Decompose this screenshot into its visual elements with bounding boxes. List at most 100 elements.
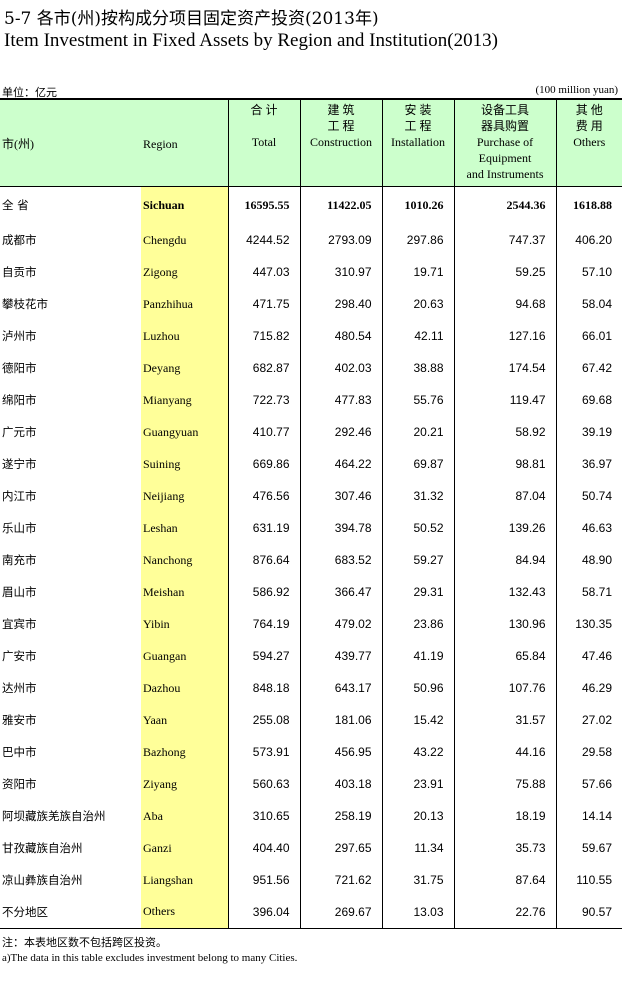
- cell-total: 410.77: [227, 416, 300, 448]
- cell-equipment: 2544.36: [453, 185, 556, 224]
- cell-others: 58.04: [555, 288, 622, 320]
- cell-region-en: Suining: [141, 448, 228, 480]
- cell-region-cn: 自贡市: [0, 256, 141, 288]
- header-others-cn-1: 其 他: [575, 103, 603, 117]
- cell-region-en: Zigong: [141, 256, 228, 288]
- cell-region-cn: 雅安市: [0, 704, 141, 736]
- table-row: 攀枝花市 Panzhihua 471.75 298.40 20.63 94.68 58.04: [0, 288, 622, 320]
- cell-region-cn: 德阳市: [0, 352, 141, 384]
- cell-region-cn: 宜宾市: [0, 608, 141, 640]
- cell-region-cn: 遂宁市: [0, 448, 141, 480]
- cell-region-cn: 巴中市: [0, 736, 141, 768]
- cell-total: 594.27: [227, 640, 300, 672]
- cell-installation: 20.63: [381, 288, 454, 320]
- header-construction-en: Construction: [310, 135, 372, 149]
- cell-others: 110.55: [555, 864, 622, 896]
- cell-region-en: Bazhong: [141, 736, 228, 768]
- cell-installation: 13.03: [381, 896, 454, 929]
- cell-equipment: 174.54: [453, 352, 556, 384]
- cell-others: 27.02: [555, 704, 622, 736]
- cell-region-en: Ziyang: [141, 768, 228, 800]
- header-others-cn-2: 费 用: [575, 119, 603, 133]
- header-installation-cn-2: 工 程: [404, 119, 432, 133]
- table-row: 凉山彝族自治州 Liangshan 951.56 721.62 31.75 87.64 11…: [0, 864, 622, 896]
- cell-construction: 11422.05: [299, 185, 382, 224]
- cell-region-en: Chengdu: [141, 224, 228, 256]
- cell-construction: 269.67: [299, 896, 382, 929]
- cell-others: 58.71: [555, 576, 622, 608]
- cell-installation: 43.22: [381, 736, 454, 768]
- cell-others: 57.66: [555, 768, 622, 800]
- cell-installation: 31.32: [381, 480, 454, 512]
- table-row: 广元市 Guangyuan 410.77 292.46 20.21 58.92 39.19: [0, 416, 622, 448]
- cell-region-en: Dazhou: [141, 672, 228, 704]
- cell-construction: 477.83: [299, 384, 382, 416]
- cell-region-cn: 甘孜藏族自治州: [0, 832, 141, 864]
- cell-region-cn: 资阳市: [0, 768, 141, 800]
- cell-region-cn: 泸州市: [0, 320, 141, 352]
- cell-region-en: Ganzi: [141, 832, 228, 864]
- table-row: 遂宁市 Suining 669.86 464.22 69.87 98.81 36.97: [0, 448, 622, 480]
- table-row: 南充市 Nanchong 876.64 683.52 59.27 84.94 48.90: [0, 544, 622, 576]
- cell-region-en: Others: [141, 896, 228, 929]
- cell-others: 47.46: [555, 640, 622, 672]
- cell-installation: 69.87: [381, 448, 454, 480]
- cell-construction: 643.17: [299, 672, 382, 704]
- cell-equipment: 58.92: [453, 416, 556, 448]
- header-construction-cn-2: 工 程: [327, 119, 355, 133]
- cell-total: 848.18: [227, 672, 300, 704]
- header-installation: 安 装 工 程 Installation: [381, 99, 454, 186]
- footnote-cn: 注：本表地区数不包括跨区投资。: [2, 936, 167, 949]
- cell-construction: 2793.09: [299, 224, 382, 256]
- cell-installation: 19.71: [381, 256, 454, 288]
- header-equipment-en-1: Purchase of: [476, 135, 534, 149]
- cell-region-en: Neijiang: [141, 480, 228, 512]
- cell-total: 631.19: [227, 512, 300, 544]
- cell-total: 4244.52: [227, 224, 300, 256]
- cell-construction: 402.03: [299, 352, 382, 384]
- cell-region-cn: 广安市: [0, 640, 141, 672]
- cell-others: 57.10: [555, 256, 622, 288]
- cell-total: 951.56: [227, 864, 300, 896]
- cell-others: 90.57: [555, 896, 622, 929]
- page-title-cn: 5-7 各市(州)按构成分项目固定资产投资(2013年): [4, 9, 379, 29]
- cell-others: 14.14: [555, 800, 622, 832]
- cell-equipment: 98.81: [453, 448, 556, 480]
- cell-region-en: Mianyang: [141, 384, 228, 416]
- cell-total: 310.65: [227, 800, 300, 832]
- table-header-row: 市(州) Region 合 计 Total 建 筑 工 程 Constructi…: [0, 99, 622, 186]
- table-row: 眉山市 Meishan 586.92 366.47 29.31 132.43 58.71: [0, 576, 622, 608]
- cell-total: 560.63: [227, 768, 300, 800]
- cell-total: 715.82: [227, 320, 300, 352]
- cell-total: 255.08: [227, 704, 300, 736]
- table-row: 不分地区 Others 396.04 269.67 13.03 22.76 90.57: [0, 896, 622, 929]
- cell-region-en: Meishan: [141, 576, 228, 608]
- cell-others: 50.74: [555, 480, 622, 512]
- cell-installation: 42.11: [381, 320, 454, 352]
- cell-construction: 307.46: [299, 480, 382, 512]
- table-row: 资阳市 Ziyang 560.63 403.18 23.91 75.88 57.66: [0, 768, 622, 800]
- cell-region-en: Aba: [141, 800, 228, 832]
- header-total: 合 计 Total: [227, 99, 300, 186]
- header-equipment-en-2: Equipment: [478, 151, 532, 165]
- table-row: 泸州市 Luzhou 715.82 480.54 42.11 127.16 66.01: [0, 320, 622, 352]
- cell-construction: 394.78: [299, 512, 382, 544]
- cell-equipment: 22.76: [453, 896, 556, 929]
- cell-total: 586.92: [227, 576, 300, 608]
- table-row: 达州市 Dazhou 848.18 643.17 50.96 107.76 46.29: [0, 672, 622, 704]
- cell-construction: 439.77: [299, 640, 382, 672]
- cell-region-cn: 攀枝花市: [0, 288, 141, 320]
- cell-region-cn: 绵阳市: [0, 384, 141, 416]
- cell-installation: 29.31: [381, 576, 454, 608]
- header-others-en: Others: [573, 135, 606, 149]
- cell-region-cn: 阿坝藏族羌族自治州: [0, 800, 141, 832]
- cell-installation: 15.42: [381, 704, 454, 736]
- cell-total: 404.40: [227, 832, 300, 864]
- table-row: 巴中市 Bazhong 573.91 456.95 43.22 44.16 29.58: [0, 736, 622, 768]
- cell-total: 682.87: [227, 352, 300, 384]
- cell-equipment: 107.76: [453, 672, 556, 704]
- cell-others: 29.58: [555, 736, 622, 768]
- cell-equipment: 84.94: [453, 544, 556, 576]
- cell-construction: 298.40: [299, 288, 382, 320]
- cell-region-cn: 乐山市: [0, 512, 141, 544]
